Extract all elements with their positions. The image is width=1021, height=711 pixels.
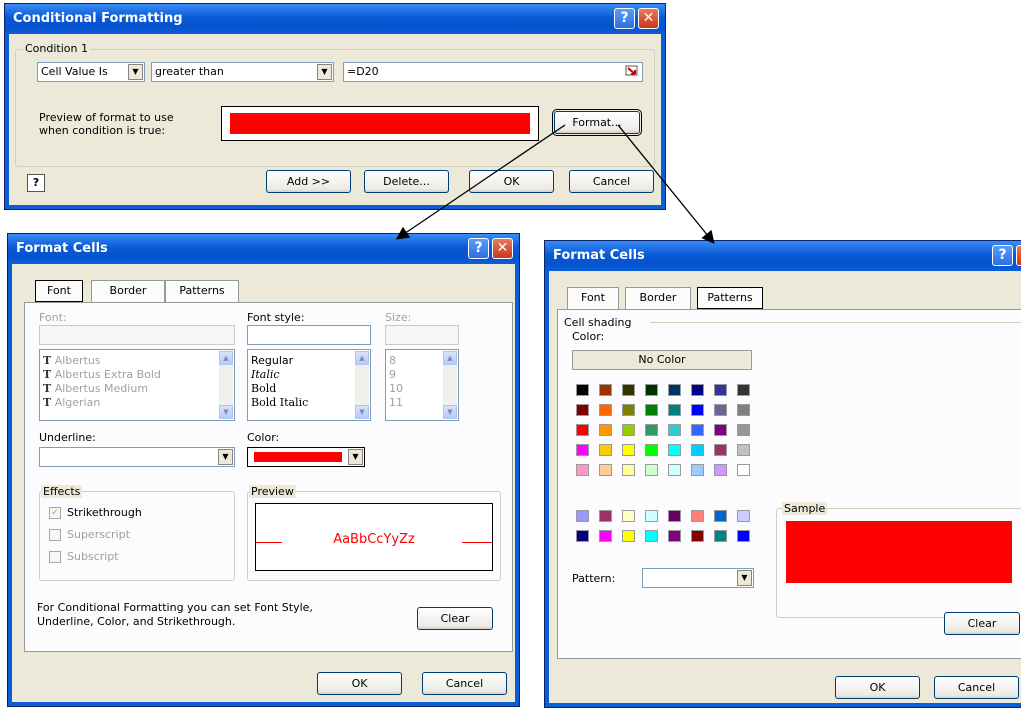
arrow-to-patterns-dialog [617,124,715,245]
connector-arrows [395,124,715,245]
arrow-to-font-dialog [395,124,566,240]
